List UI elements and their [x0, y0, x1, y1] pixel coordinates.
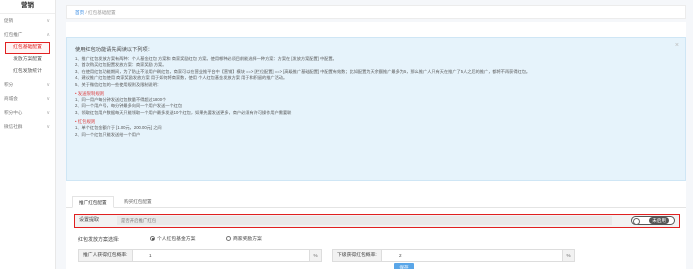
- notice-line: 3、领取红包用户数据每天只能领取一个用户最多发送10个红包，如果先要发送更多，商…: [75, 109, 292, 115]
- enable-toggle[interactable]: 未启用: [631, 216, 675, 225]
- field-label: 推广人获得红包概率:: [79, 250, 133, 261]
- breadcrumb: 首页 / 红包基础配置: [66, 5, 686, 19]
- settings-label: 设置提取: [79, 217, 100, 223]
- chevron-down-icon: ∨: [46, 124, 50, 130]
- sidebar-item-wechat[interactable]: 微信社群 ∨: [0, 120, 55, 134]
- main-panel: × 使用红包功能请先阅读以下列项： 1、推广红包发放方案有两种：个人基金红包 方…: [66, 22, 686, 269]
- notice-line: 5、关于微信红包的一些使用规则及限制说明：: [75, 81, 162, 87]
- notice-box: × 使用红包功能请先阅读以下列项： 1、推广红包发放方案有两种：个人基金红包 方…: [66, 37, 686, 181]
- sidebar-item-red-packet[interactable]: 红包推广 ∧: [0, 28, 55, 42]
- save-button[interactable]: 保存: [394, 263, 414, 269]
- sidebar: 营销 促销 ∨ 红包推广 ∧ 红包基础配置 发放方案配置 红包发放统计 积分 ∨…: [0, 0, 56, 269]
- sidebar-item-points[interactable]: 积分 ∨: [0, 78, 55, 92]
- sidebar-item-label: 促销: [4, 18, 14, 23]
- notice-section-title: • 发送限制规则: [75, 91, 105, 97]
- breadcrumb-separator: /: [85, 10, 87, 15]
- field-label: 下级获得红包概率:: [333, 250, 382, 261]
- notice-title: 使用红包功能请先阅读以下列项：: [75, 47, 153, 53]
- chevron-down-icon: ∨: [46, 96, 50, 102]
- radio-label: 商家奖励方案: [233, 237, 262, 242]
- promoter-probability-input[interactable]: 1: [149, 250, 152, 261]
- settings-description: 是否开启推广红包: [117, 216, 612, 225]
- sidebar-subitem-statistics[interactable]: 红包发放统计: [0, 66, 55, 78]
- radio-merchant-reward[interactable]: 商家奖励方案: [226, 235, 262, 245]
- tab-promotion-packet[interactable]: 推广红包配置: [72, 196, 114, 208]
- downline-probability-input[interactable]: 2: [399, 250, 402, 261]
- settings-row: 设置提取 是否开启推广红包 未启用: [74, 214, 680, 228]
- downline-probability-field: 下级获得红包概率: 2 %: [332, 249, 575, 262]
- sidebar-item-label: 积分: [4, 82, 14, 87]
- close-icon[interactable]: ×: [675, 42, 679, 49]
- scheme-selection-row: 红包发放方案选择: 个人红包基金方案 商家奖励方案: [74, 235, 680, 245]
- chevron-down-icon: ∨: [46, 82, 50, 88]
- percent-unit: %: [562, 250, 574, 261]
- tab-purchase-packet[interactable]: 购买红包配置: [118, 196, 158, 208]
- chevron-down-icon: ∨: [46, 110, 50, 116]
- sidebar-item-label: 红包推广: [4, 32, 23, 37]
- radio-unchecked-icon: [226, 235, 231, 241]
- chevron-up-icon: ∧: [46, 32, 50, 38]
- sidebar-item-label: 积分中心: [4, 110, 23, 115]
- sidebar-item-mall[interactable]: 商城会 ∨: [0, 92, 55, 106]
- sidebar-subitem-scheme-config[interactable]: 发放方案配置: [0, 54, 55, 66]
- toggle-status-label: 未启用: [649, 217, 669, 224]
- sidebar-brand: 营销: [0, 0, 55, 14]
- scheme-label: 红包发放方案选择:: [78, 237, 120, 243]
- percent-unit: %: [309, 250, 321, 261]
- tab-bar: 推广红包配置 购买红包配置: [66, 196, 686, 208]
- sidebar-item-label: 商城会: [4, 96, 18, 101]
- radio-label: 个人红包基金方案: [157, 237, 196, 242]
- sidebar-item-promotion[interactable]: 促销 ∨: [0, 14, 55, 28]
- sidebar-item-points-center[interactable]: 积分中心 ∨: [0, 106, 55, 120]
- breadcrumb-current: 红包基础配置: [88, 10, 116, 15]
- notice-section-title: • 红包规则: [75, 119, 96, 125]
- sidebar-item-label: 微信社群: [4, 124, 23, 129]
- toggle-knob: [633, 217, 640, 225]
- breadcrumb-home-link[interactable]: 首页: [75, 10, 84, 15]
- chevron-down-icon: ∨: [46, 18, 50, 24]
- promoter-probability-field: 推广人获得红包概率: 1 %: [78, 249, 322, 262]
- radio-checked-icon: [150, 235, 155, 241]
- notice-line: 2、同一个红包只能发送给一个用户: [75, 131, 141, 137]
- radio-personal-fund[interactable]: 个人红包基金方案: [150, 235, 195, 245]
- sidebar-subitem-basic-config[interactable]: 红包基础配置: [5, 42, 50, 54]
